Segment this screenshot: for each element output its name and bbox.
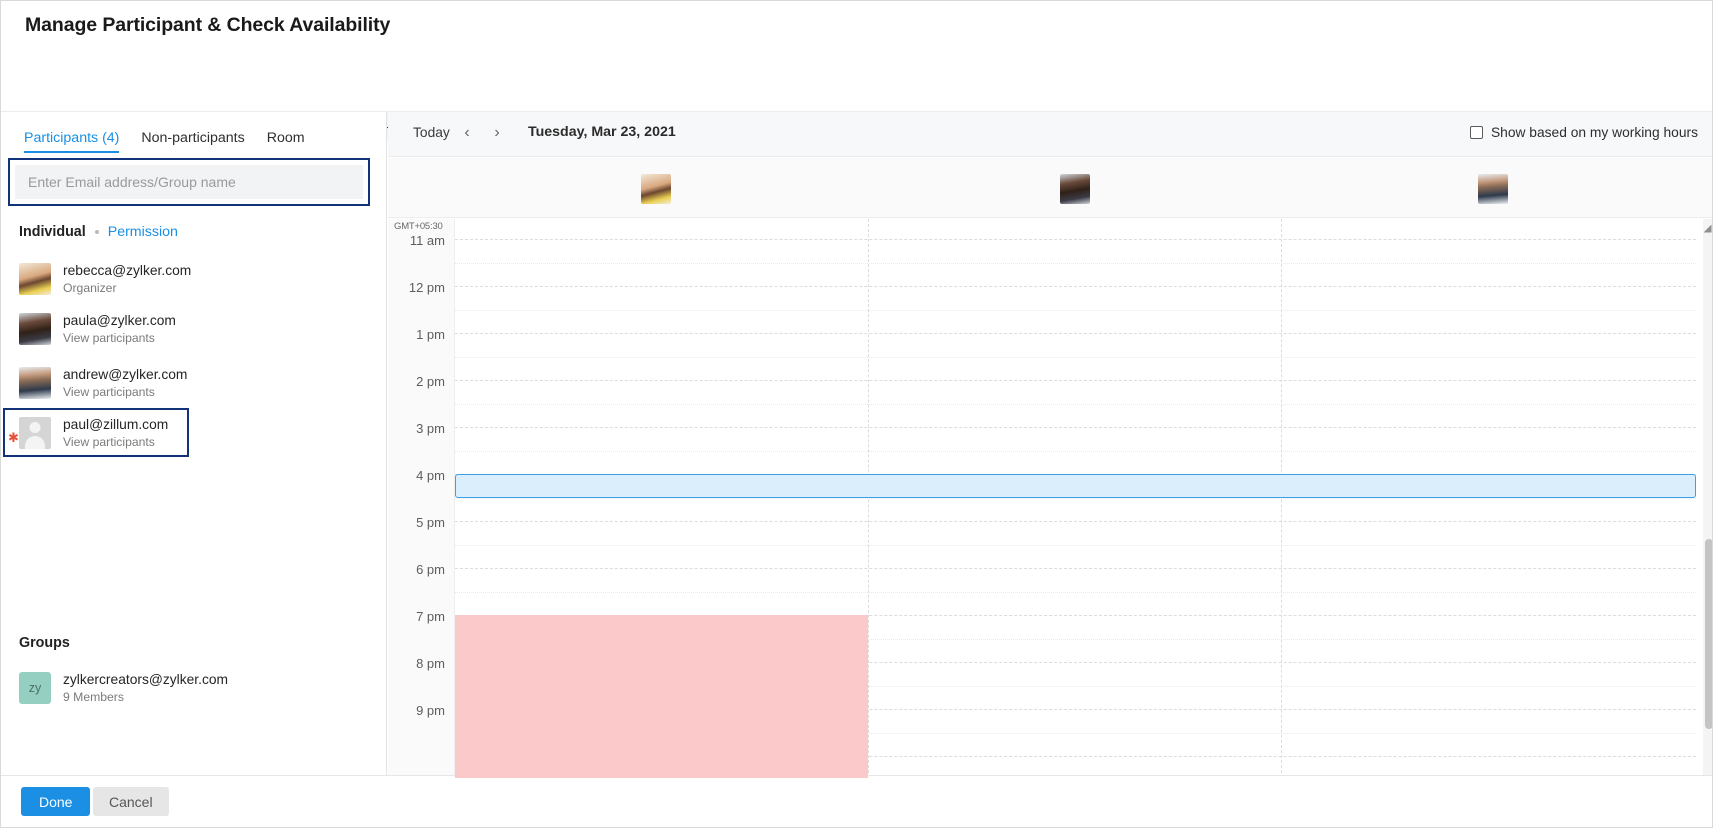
hour-label: 5 pm — [416, 515, 445, 530]
done-button[interactable]: Done — [21, 787, 91, 816]
participant-text: paul@zillum.com View participants — [63, 416, 168, 450]
groups-label: Groups — [19, 635, 70, 651]
required-marker-icon: ✱ — [8, 430, 19, 445]
chevron-right-icon[interactable]: › — [487, 123, 507, 143]
checkbox-icon[interactable] — [1469, 126, 1483, 139]
participant-search-input[interactable] — [15, 165, 363, 199]
avatar — [19, 262, 51, 295]
participant-text: andrew@zylker.com View participants — [63, 366, 187, 400]
working-hours-label: Show based on my working hours — [1490, 125, 1698, 140]
timezone-label: GMT+05:30 — [394, 221, 443, 232]
selection-block[interactable] — [455, 474, 1696, 498]
column-avatar-paula[interactable] — [1060, 174, 1090, 204]
separator-dot-icon — [94, 230, 99, 234]
participant-email: andrew@zylker.com — [63, 366, 188, 382]
title-bar: Manage Participant & Check Availability — [1, 1, 1712, 53]
participant-row-paula[interactable]: paula@zylker.com View participants — [1, 304, 387, 353]
participant-role: View participants — [63, 330, 155, 345]
dialog-footer: Done Cancel — [1, 775, 1712, 827]
hour-label: 9 pm — [416, 703, 445, 718]
datetime-row: 03/23/2021 04:00 pm To 03/23/2021 04:30 … — [1, 53, 1712, 140]
tab-participants[interactable]: Participants (4) — [24, 130, 120, 153]
hour-label: 7 pm — [416, 609, 445, 624]
chevron-left-icon[interactable]: ‹ — [457, 123, 477, 143]
participant-row-andrew[interactable]: andrew@zylker.com View participants — [1, 358, 387, 407]
resize-handle-icon[interactable] — [1703, 224, 1712, 233]
participant-email: paul@zillum.com — [63, 416, 169, 432]
participant-row-paul[interactable]: ✱ paul@zillum.com View participants — [3, 408, 189, 457]
hour-label: 2 pm — [416, 374, 445, 389]
participant-search-wrapper[interactable] — [8, 158, 370, 206]
calendar-grid[interactable]: GMT+05:30 11 am 12 pm 1 pm 2 pm 3 pm 4 p… — [388, 219, 1712, 778]
avatar — [19, 366, 51, 399]
availability-calendar: Today ‹ › Tuesday, Mar 23, 2021 Show bas… — [388, 111, 1712, 778]
calendar-grid-area[interactable] — [455, 219, 1696, 778]
participant-role: View participants — [63, 434, 155, 449]
cancel-button[interactable]: Cancel — [93, 787, 169, 816]
participant-role: Organizer — [63, 280, 117, 295]
participant-row-rebecca[interactable]: rebecca@zylker.com Organizer — [1, 254, 387, 303]
hour-label: 8 pm — [416, 656, 445, 671]
group-email: zylkercreators@zylker.com — [63, 672, 229, 687]
tab-room[interactable]: Room — [267, 130, 305, 153]
column-divider — [868, 219, 869, 778]
group-badge: zy — [19, 672, 51, 704]
hour-label: 12 pm — [408, 280, 445, 295]
individual-section-header: Individual Permission — [19, 224, 178, 240]
hour-label: 1 pm — [416, 327, 445, 342]
column-avatar-rebecca[interactable] — [641, 174, 671, 204]
participants-panel: Participants (4) Non-participants Room I… — [1, 111, 387, 777]
participant-text: rebecca@zylker.com Organizer — [63, 262, 191, 296]
time-gutter: GMT+05:30 11 am 12 pm 1 pm 2 pm 3 pm 4 p… — [388, 219, 455, 778]
tab-non-participants[interactable]: Non-participants — [141, 130, 244, 153]
avatar — [19, 416, 51, 449]
participant-email: paula@zylker.com — [63, 312, 176, 328]
calendar-toolbar: Today ‹ › Tuesday, Mar 23, 2021 Show bas… — [388, 112, 1712, 157]
manage-participant-dialog: Manage Participant & Check Availability … — [0, 0, 1713, 828]
permission-link[interactable]: Permission — [108, 224, 178, 240]
calendar-date-label: Tuesday, Mar 23, 2021 — [528, 124, 676, 140]
participant-role: View participants — [63, 384, 155, 399]
hour-label: 3 pm — [416, 421, 445, 436]
avatar — [19, 312, 51, 345]
calendar-column-headers — [388, 158, 1712, 218]
calendar-scrollbar-thumb[interactable] — [1704, 539, 1712, 729]
hour-label: 6 pm — [416, 562, 445, 577]
participant-email: rebecca@zylker.com — [63, 262, 192, 278]
page-title: Manage Participant & Check Availability — [25, 14, 391, 36]
column-avatar-andrew[interactable] — [1478, 174, 1508, 204]
calendar-scrollbar-track[interactable] — [1703, 219, 1712, 778]
individual-label: Individual — [19, 224, 86, 240]
hour-label: 4 pm — [416, 468, 445, 483]
busy-block[interactable] — [455, 615, 868, 778]
today-button[interactable]: Today — [413, 125, 450, 140]
working-hours-checkbox[interactable]: Show based on my working hours — [1469, 125, 1698, 140]
group-row-zylkercreators[interactable]: zy zylkercreators@zylker.com 9 Members — [1, 665, 387, 711]
group-member-count: 9 Members — [63, 690, 124, 704]
group-text: zylkercreators@zylker.com 9 Members — [63, 671, 228, 705]
column-divider — [1281, 219, 1282, 778]
participants-tabs: Participants (4) Non-participants Room — [1, 112, 387, 153]
hour-label: 11 am — [409, 233, 445, 248]
participant-text: paula@zylker.com View participants — [63, 312, 176, 346]
